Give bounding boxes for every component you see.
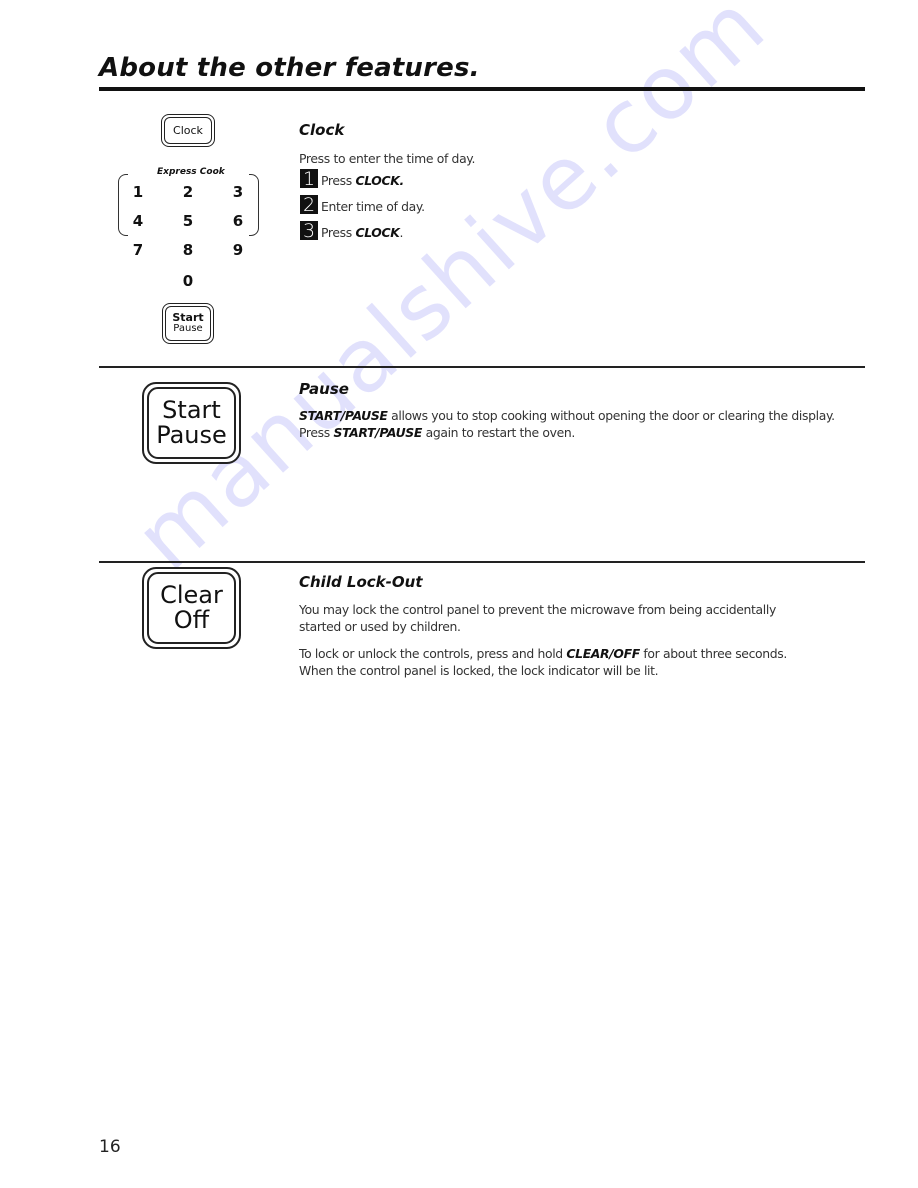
step-number-badge: 1 — [300, 169, 318, 189]
pause-description-line-2: Press START/PAUSE again to restart the o… — [299, 425, 575, 440]
pause-key-label: Pause — [173, 323, 203, 335]
page-title: About the other features. — [99, 53, 480, 83]
keypad-digit: 3 — [232, 183, 244, 201]
step-number-badge: 2 — [300, 195, 318, 215]
page-number: 16 — [99, 1137, 121, 1157]
keypad-digit: 6 — [232, 212, 244, 230]
clock-intro: Press to enter the time of day. — [299, 151, 476, 166]
clock-step-2: 2 Enter time of day. — [300, 195, 425, 215]
pause-heading: Pause — [299, 380, 349, 398]
clock-step-1: 1 Press CLOCK. — [300, 169, 404, 189]
start-pause-key-illustration: Start Pause — [142, 382, 241, 464]
keypad-digit: 7 — [132, 241, 144, 259]
express-cook-bracket-left — [118, 174, 128, 236]
step-text: Press CLOCK. — [321, 225, 404, 240]
child-lock-para2-line2: When the control panel is locked, the lo… — [299, 663, 659, 678]
section-divider — [99, 366, 865, 368]
keypad-digit: 0 — [182, 272, 194, 290]
keypad-digit: 8 — [182, 241, 194, 259]
clock-key-illustration: Clock — [161, 114, 215, 147]
keypad-digit: 2 — [182, 183, 194, 201]
start-pause-key-small-illustration: Start Pause — [162, 303, 214, 344]
off-key-label: Off — [173, 606, 210, 634]
step-text: Enter time of day. — [321, 199, 425, 214]
keypad-digit: 5 — [182, 212, 194, 230]
clock-heading: Clock — [299, 121, 345, 139]
keypad-digit: 9 — [232, 241, 244, 259]
express-cook-bracket-right — [249, 174, 259, 236]
child-lock-heading: Child Lock-Out — [299, 573, 423, 591]
keypad-digit: 4 — [132, 212, 144, 230]
title-underline — [99, 87, 865, 91]
clear-key-label: Clear — [160, 580, 223, 609]
section-divider — [99, 561, 865, 563]
child-lock-para1-line1: You may lock the control panel to preven… — [299, 602, 776, 617]
clock-key-label: Clock — [173, 123, 203, 137]
child-lock-para2-line1: To lock or unlock the controls, press an… — [299, 646, 787, 661]
pause-description-line-1: START/PAUSE allows you to stop cooking w… — [299, 408, 835, 423]
clear-off-key-illustration: Clear Off — [142, 567, 241, 649]
child-lock-para1-line2: started or used by children. — [299, 619, 461, 634]
step-number-badge: 3 — [300, 221, 318, 241]
clock-step-3: 3 Press CLOCK. — [300, 221, 404, 241]
keypad-digit: 1 — [132, 183, 144, 201]
express-cook-label: Express Cook — [157, 167, 225, 177]
start-key-label: Start — [162, 395, 221, 424]
pause-key-label: Pause — [156, 421, 227, 449]
step-text: Press CLOCK. — [321, 173, 404, 188]
